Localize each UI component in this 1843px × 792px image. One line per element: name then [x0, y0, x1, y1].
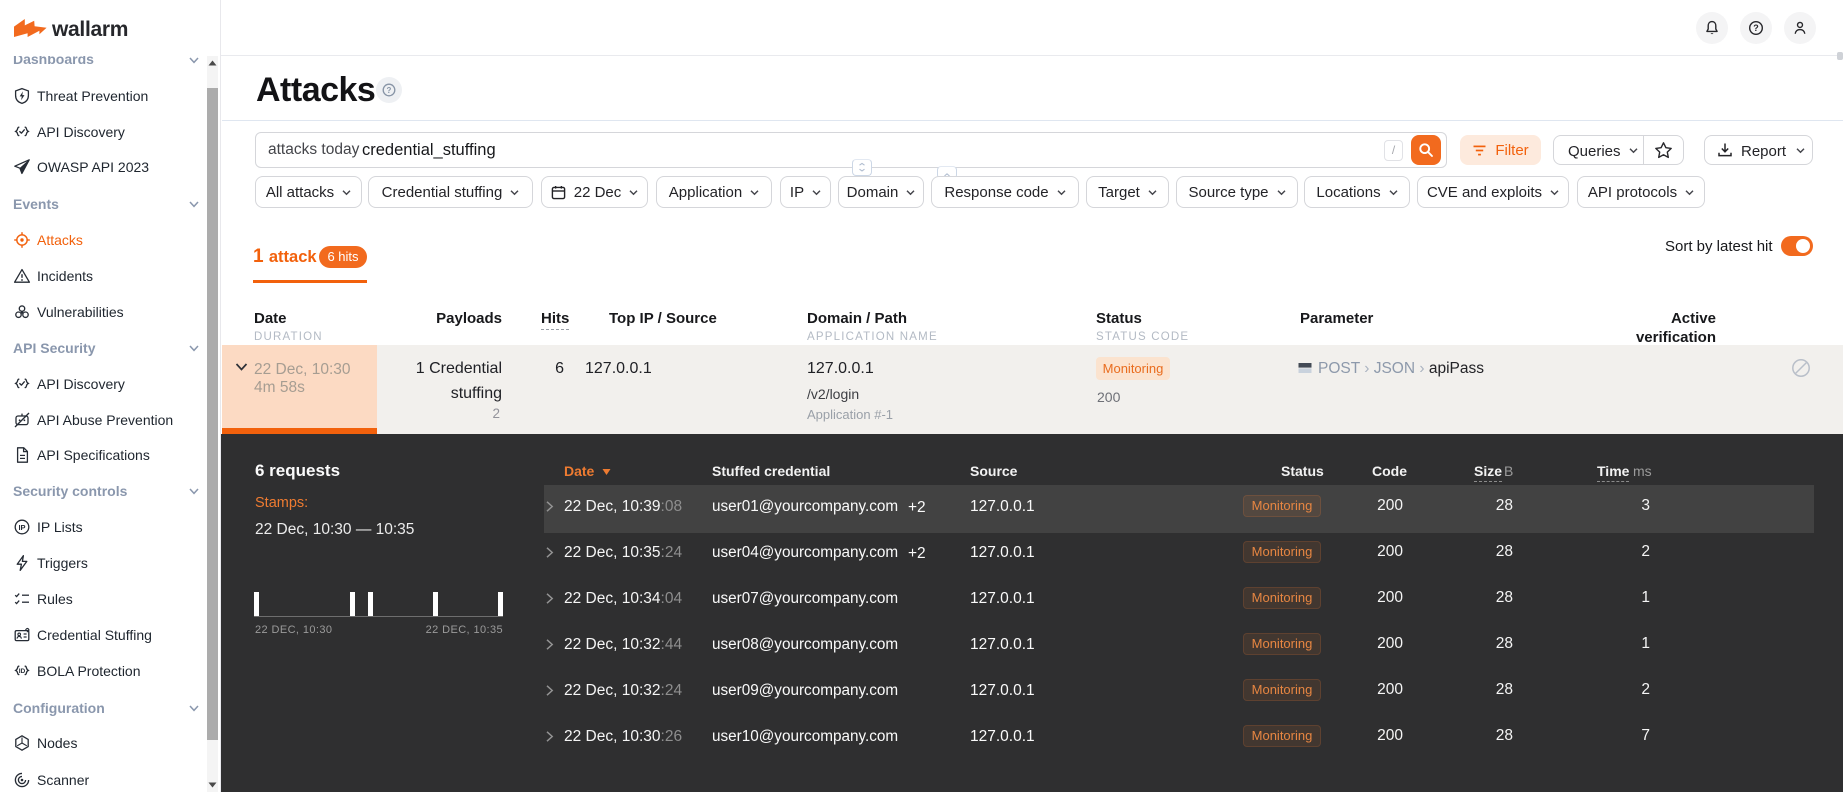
svg-text:IP: IP	[18, 523, 25, 532]
svg-text:?: ?	[1753, 23, 1759, 33]
svg-text:?: ?	[387, 86, 392, 95]
svg-text:ID: ID	[19, 668, 26, 675]
